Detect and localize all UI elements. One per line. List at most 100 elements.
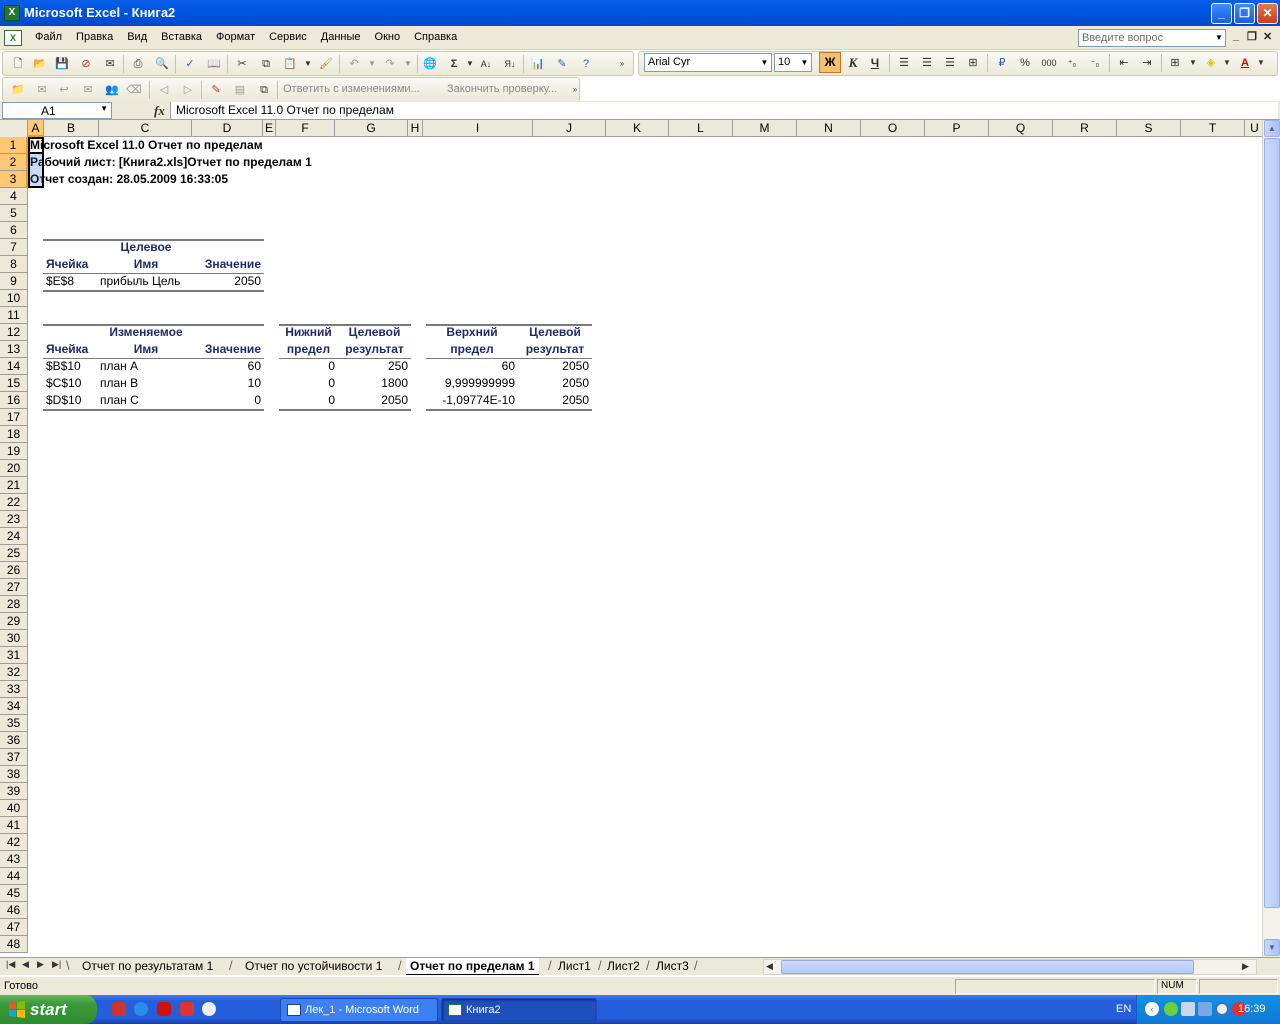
vertical-scrollbar[interactable]: ▲ ▼ — [1262, 120, 1280, 957]
target-title[interactable]: Целевое — [99, 239, 193, 256]
table-row-lower[interactable]: 0 — [279, 392, 338, 409]
row-header[interactable]: 18 — [0, 426, 28, 443]
menu-edit[interactable]: Правка — [69, 31, 120, 43]
sort-descending-icon[interactable]: Я↓ — [501, 55, 519, 73]
format-painter-icon[interactable]: 🖌 — [317, 55, 335, 73]
variable-header-cell[interactable]: Ячейка — [46, 341, 88, 358]
target-value[interactable]: 2050 — [193, 273, 264, 290]
doc-minimize-button[interactable]: _ — [1233, 30, 1239, 42]
row-header[interactable]: 22 — [0, 494, 28, 511]
merge-center-icon[interactable]: ⊞ — [964, 54, 982, 72]
mail-icon[interactable]: ✉ — [101, 55, 119, 73]
row-header[interactable]: 48 — [0, 936, 28, 953]
lower-limit-header-2[interactable]: предел — [279, 341, 338, 358]
table-row-upper[interactable]: 9,999999999 — [426, 375, 518, 392]
reply-with-changes-button[interactable]: Ответить с изменениями... — [283, 83, 420, 95]
row-header[interactable]: 46 — [0, 902, 28, 919]
doc-close-button[interactable]: ✕ — [1263, 30, 1272, 43]
row-header[interactable]: 36 — [0, 732, 28, 749]
quicklaunch-opera-icon[interactable] — [112, 1002, 126, 1016]
table-row-name[interactable]: план A — [100, 358, 138, 375]
chevron-down-icon[interactable]: ▼ — [1184, 54, 1202, 72]
tab-limits-report[interactable]: Отчет по пределам 1 — [406, 958, 539, 975]
row-header[interactable]: 11 — [0, 307, 28, 324]
table-row-cell[interactable]: $B$10 — [46, 358, 81, 375]
scroll-left-icon[interactable]: ◀ — [766, 961, 773, 972]
table-row-value[interactable]: 10 — [193, 375, 264, 392]
chevron-down-icon[interactable]: ▼ — [1252, 54, 1270, 72]
chevron-down-icon[interactable]: ▼ — [299, 55, 317, 73]
target-header-name[interactable]: Имя — [99, 256, 193, 273]
column-header-t[interactable]: T — [1181, 120, 1245, 137]
help-icon[interactable]: ? — [577, 55, 595, 73]
print-preview-icon[interactable]: 🔍 — [153, 55, 171, 73]
folder-icon[interactable]: 📁 — [9, 81, 27, 99]
table-row-upper-result[interactable]: 2050 — [518, 392, 592, 409]
task-word-button[interactable]: Лек_1 - Microsoft Word — [280, 998, 438, 1022]
upper-limit-header-1[interactable]: Верхний — [426, 324, 518, 341]
table-row-lower-result[interactable]: 2050 — [338, 392, 411, 409]
row-header[interactable]: 28 — [0, 596, 28, 613]
next-comment-icon[interactable]: ▷ — [179, 81, 197, 99]
row-header[interactable]: 8 — [0, 256, 28, 273]
active-cell[interactable] — [28, 137, 44, 154]
row-header[interactable]: 9 — [0, 273, 28, 290]
chevron-down-icon[interactable]: ▼ — [1213, 30, 1225, 46]
save-icon[interactable]: 💾 — [53, 55, 71, 73]
variable-title[interactable]: Изменяемое — [99, 324, 193, 341]
workbook-icon[interactable]: X — [4, 30, 22, 46]
row-header[interactable]: 29 — [0, 613, 28, 630]
table-row-upper-result[interactable]: 2050 — [518, 375, 592, 392]
tab-sensitivity-report[interactable]: Отчет по устойчивости 1 — [241, 958, 386, 975]
chevron-down-icon[interactable]: ▼ — [399, 55, 417, 73]
lower-limit-header-1[interactable]: Нижний — [279, 324, 338, 341]
minimize-button[interactable]: _ — [1211, 3, 1232, 24]
row-header[interactable]: 1 — [0, 137, 28, 154]
table-row-cell[interactable]: $D$10 — [46, 392, 81, 409]
menu-format[interactable]: Формат — [209, 31, 262, 43]
table-row-name[interactable]: план B — [100, 375, 138, 392]
mail-recipient-icon[interactable]: ✉ — [33, 81, 51, 99]
worksheet-grid[interactable]: ABCDEFGHIJKLMNOPQRSTU 1 2 3 4 5 6 7 8 9 10 11 12 13 1… — [0, 120, 1262, 957]
column-header-f[interactable]: F — [276, 120, 335, 137]
row-header[interactable]: 40 — [0, 800, 28, 817]
upper-result-header-1[interactable]: Целевой — [518, 324, 592, 341]
row-header[interactable]: 12 — [0, 324, 28, 341]
row-header[interactable]: 2 — [0, 154, 28, 171]
column-header-q[interactable]: Q — [989, 120, 1053, 137]
column-header-p[interactable]: P — [925, 120, 989, 137]
users-icon[interactable]: 👥 — [103, 81, 121, 99]
report-title[interactable]: Microsoft Excel 11.0 Отчет по пределам — [30, 137, 263, 154]
function-icon[interactable]: fx — [154, 103, 165, 119]
row-header[interactable]: 45 — [0, 885, 28, 902]
row-header[interactable]: 37 — [0, 749, 28, 766]
row-header[interactable]: 31 — [0, 647, 28, 664]
column-header-i[interactable]: I — [423, 120, 533, 137]
row-header[interactable]: 4 — [0, 188, 28, 205]
row-header[interactable]: 15 — [0, 375, 28, 392]
start-button[interactable]: start — [0, 995, 97, 1024]
column-header-r[interactable]: R — [1053, 120, 1117, 137]
horizontal-scroll-thumb[interactable] — [781, 960, 1194, 974]
scroll-down-icon[interactable]: ▼ — [1264, 939, 1280, 956]
column-header-n[interactable]: N — [797, 120, 861, 137]
table-row-lower-result[interactable]: 250 — [338, 358, 411, 375]
delete-comment-icon[interactable]: ⌫ — [125, 81, 143, 99]
toolbar-options-icon[interactable]: » — [566, 81, 584, 99]
table-row-lower[interactable]: 0 — [279, 358, 338, 375]
upper-limit-header-2[interactable]: предел — [426, 341, 518, 358]
table-row-upper[interactable]: 60 — [426, 358, 518, 375]
row-header[interactable]: 19 — [0, 443, 28, 460]
column-header-l[interactable]: L — [669, 120, 733, 137]
target-cell[interactable]: $E$8 — [46, 273, 74, 290]
row-header[interactable]: 38 — [0, 766, 28, 783]
tray-display-icon[interactable] — [1181, 1002, 1195, 1016]
chevron-down-icon[interactable]: ▼ — [799, 55, 810, 70]
column-header-o[interactable]: O — [861, 120, 925, 137]
tab-sheet3[interactable]: Лист3 — [652, 958, 693, 975]
row-header[interactable]: 23 — [0, 511, 28, 528]
row-header[interactable]: 6 — [0, 222, 28, 239]
restore-button[interactable]: ❐ — [1234, 3, 1255, 24]
underline-button[interactable]: Ч — [866, 54, 884, 72]
doc-restore-button[interactable]: ❐ — [1247, 30, 1257, 43]
